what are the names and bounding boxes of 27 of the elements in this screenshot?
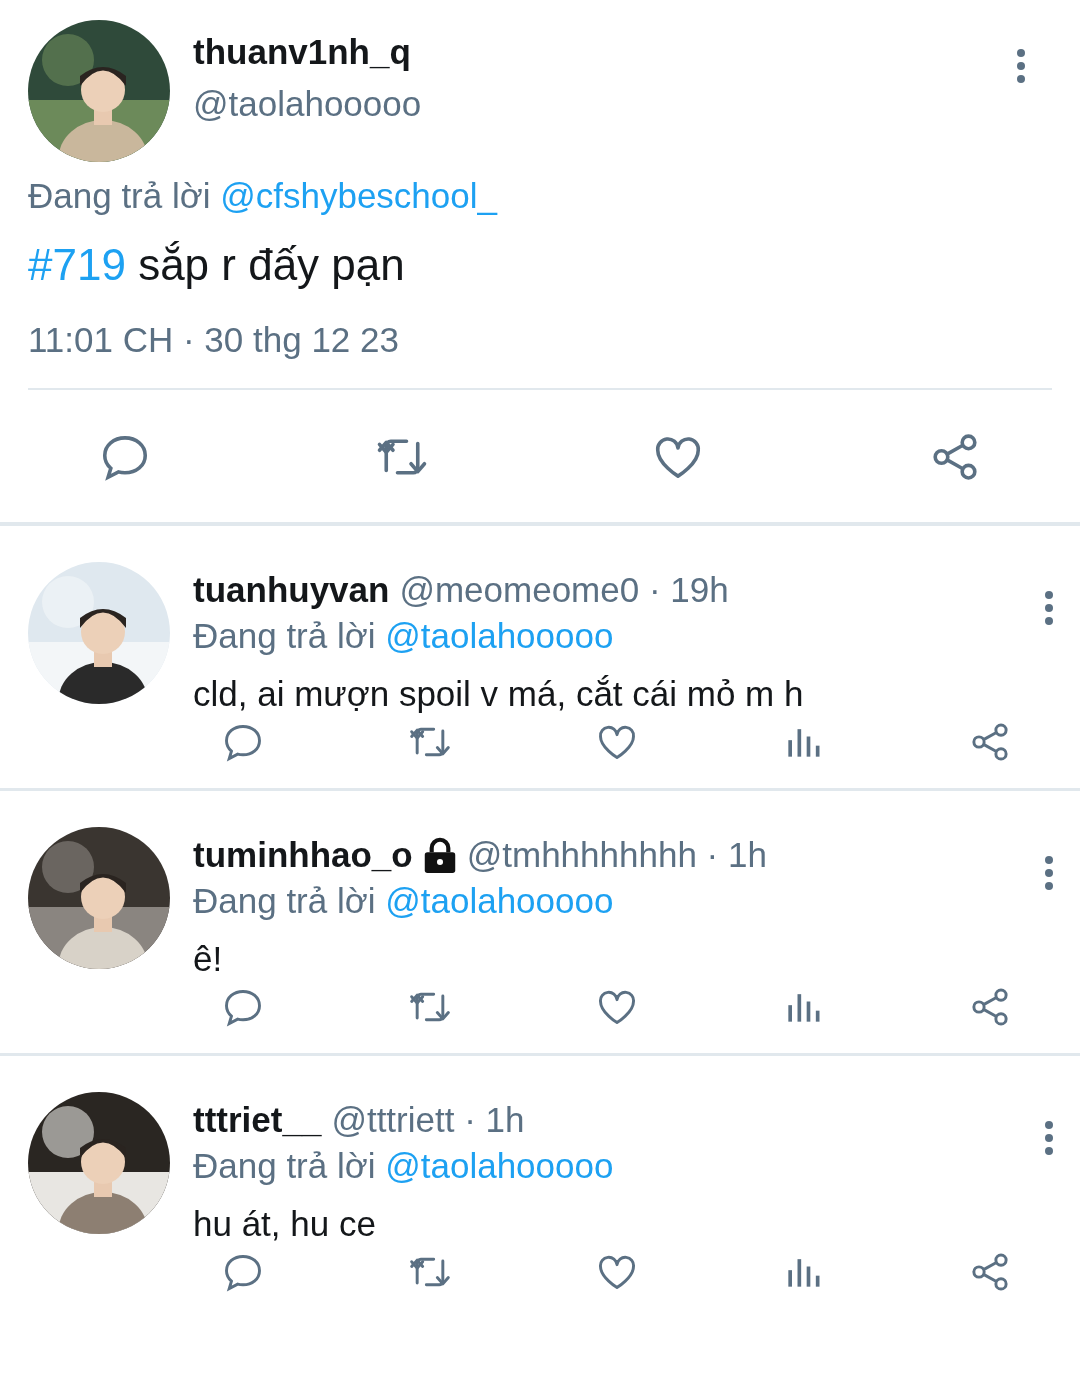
handle-and-time: @meomeome0 · 19h xyxy=(399,570,729,610)
reply-text: cld, ai mượn spoil v má, cắt cái mỏ m h xyxy=(193,674,805,714)
reply-text: hu át, hu ce xyxy=(193,1204,377,1244)
tweet-text: sắp r đấy pạn xyxy=(138,240,405,289)
replying-to-label: Đang trả lời xyxy=(193,1146,376,1185)
lock-icon xyxy=(422,837,457,873)
mention-link[interactable]: @taolahooooo xyxy=(385,1146,614,1185)
user-name[interactable]: thuanv1nh_q xyxy=(193,32,1016,72)
reply-text: ê! xyxy=(193,939,224,979)
handle-and-time: @tmhhhhhhhh · 1h xyxy=(466,835,767,875)
tweet-timestamp: 11:01 CH · 30 thg 12 23 xyxy=(28,320,400,360)
user-name[interactable]: tttriet__ xyxy=(193,1100,322,1140)
mention-link[interactable]: @taolahooooo xyxy=(385,616,614,655)
replying-to-label: Đang trả lời xyxy=(28,176,211,215)
user-name[interactable]: tuanhuyvan xyxy=(193,570,390,610)
more-options-icon[interactable] xyxy=(1044,855,1054,891)
hashtag-link[interactable]: #719 xyxy=(28,240,126,289)
mention-link[interactable]: @taolahooooo xyxy=(385,881,614,920)
more-options-icon[interactable] xyxy=(1016,48,1026,84)
replying-to-label: Đang trả lời xyxy=(193,616,376,655)
user-handle[interactable]: @taolahooooo xyxy=(193,84,1016,124)
more-options-icon[interactable] xyxy=(1044,1120,1054,1156)
handle-and-time: @tttriett · 1h xyxy=(331,1100,525,1140)
more-options-icon[interactable] xyxy=(1044,590,1054,626)
user-name[interactable]: tuminhhao_o xyxy=(193,835,413,875)
mention-link[interactable]: @cfshybeschool_ xyxy=(220,176,497,215)
replying-to-label: Đang trả lời xyxy=(193,881,376,920)
